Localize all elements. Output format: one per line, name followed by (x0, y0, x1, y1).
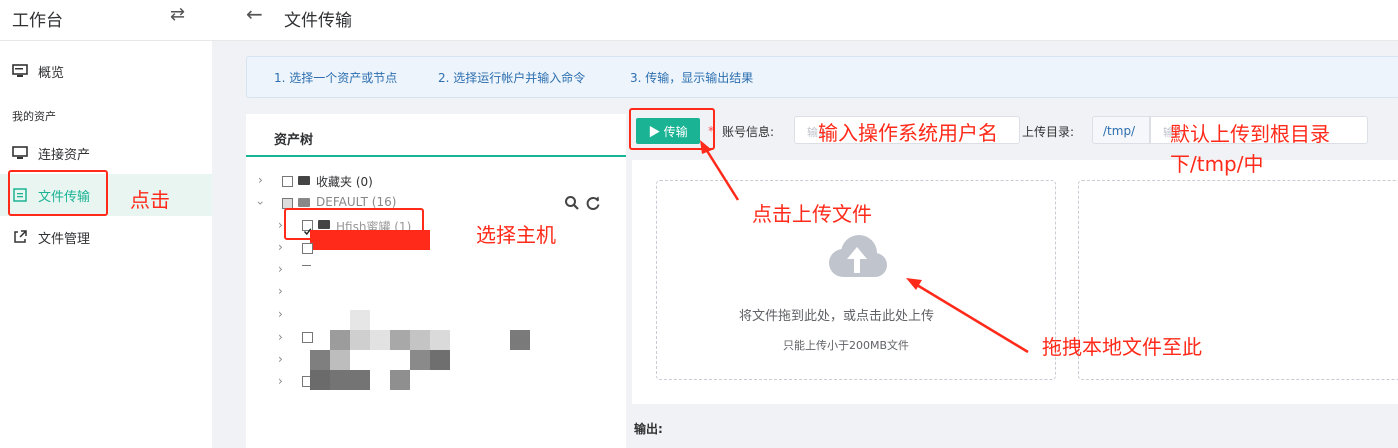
arrow-to-run-button (702, 145, 740, 201)
arrow-head (906, 278, 922, 290)
arrow-to-drop-zone (911, 280, 1029, 354)
arrow-head (700, 140, 712, 154)
annotation-arrows (700, 140, 1029, 354)
